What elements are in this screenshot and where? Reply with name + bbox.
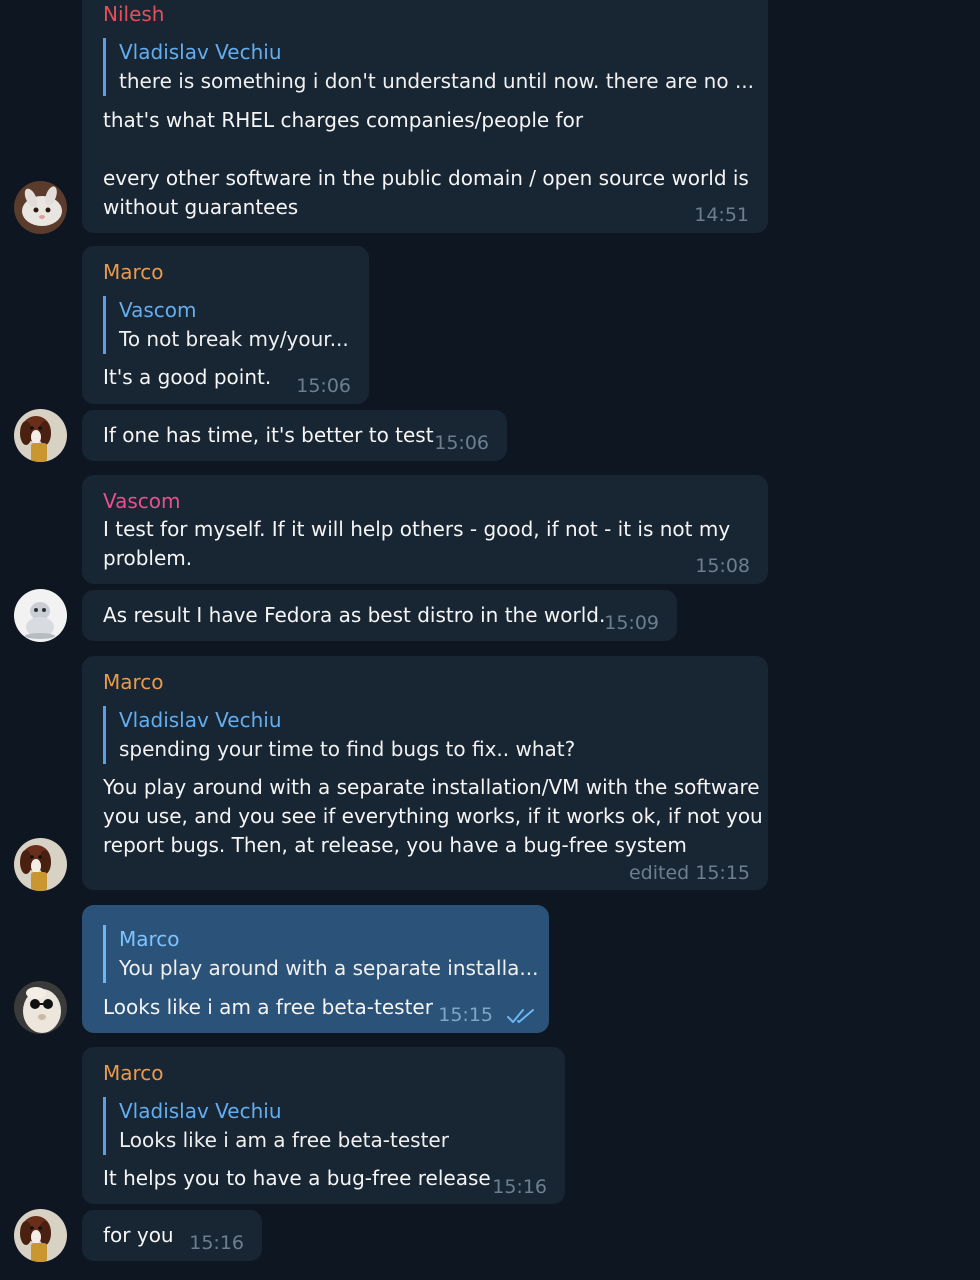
message-bubble[interactable]: Vascom I test for myself. If it will hel… — [82, 475, 768, 584]
message-text: I test for myself. If it will help other… — [103, 517, 731, 570]
reply-text: You play around with a separate installa… — [119, 956, 539, 980]
message-text: It helps you to have a bug-free release — [103, 1166, 491, 1190]
message-text: for you — [103, 1223, 174, 1247]
message-bubble[interactable]: If one has time, it's better to test 15:… — [82, 410, 507, 461]
message-text: You play around with a separate installa… — [103, 775, 763, 857]
message-time: 14:51 — [694, 204, 749, 226]
reply-author: Vascom — [119, 298, 197, 322]
sunglasses-avatar-icon[interactable] — [14, 981, 67, 1034]
message-time: edited 15:15 — [628, 862, 750, 884]
message-bubble[interactable]: Marco Vladislav Vechiu spending your tim… — [82, 656, 768, 890]
message-time: 15:06 — [296, 375, 351, 397]
message-bubble[interactable]: Nilesh Vladislav Vechiu there is somethi… — [82, 0, 768, 233]
message-time: 15:16 — [189, 1232, 244, 1254]
reply-quote[interactable]: Marco You play around with a separate in… — [103, 925, 538, 983]
reply-quote[interactable]: Vladislav Vechiu there is something i do… — [103, 38, 754, 96]
reply-author: Vladislav Vechiu — [119, 1099, 282, 1123]
reply-author: Vladislav Vechiu — [119, 40, 282, 64]
sender-name[interactable]: Marco — [103, 670, 164, 694]
double-check-icon — [507, 1009, 534, 1023]
sender-name[interactable]: Nilesh — [103, 2, 164, 26]
reply-text: there is something i don't understand un… — [119, 69, 755, 93]
reply-author: Vladislav Vechiu — [119, 708, 282, 732]
reply-quote[interactable]: Vladislav Vechiu Looks like i am a free … — [103, 1097, 449, 1155]
message-time: 15:09 — [604, 612, 659, 634]
dog-avatar-icon[interactable] — [14, 1209, 67, 1262]
reply-quote[interactable]: Vladislav Vechiu spending your time to f… — [103, 706, 575, 764]
message-text: Looks like i am a free beta-tester — [103, 995, 433, 1019]
message-bubble[interactable]: for you 15:16 — [82, 1210, 262, 1261]
message-bubble[interactable]: Marco Vladislav Vechiu Looks like i am a… — [82, 1047, 565, 1204]
reply-author: Marco — [119, 927, 180, 951]
reply-text: Looks like i am a free beta-tester — [119, 1128, 449, 1152]
reply-text: spending your time to find bugs to fix..… — [119, 737, 576, 761]
message-time: 15:16 — [492, 1176, 547, 1198]
reply-text: To not break my/your... — [119, 327, 349, 351]
message-text: that's what RHEL charges companies/peopl… — [103, 108, 749, 219]
message-text: As result I have Fedora as best distro i… — [103, 603, 606, 627]
message-text: It's a good point. — [103, 365, 272, 389]
sender-name[interactable]: Vascom — [103, 489, 181, 513]
dog-avatar-icon[interactable] — [14, 409, 67, 462]
robot-avatar-icon[interactable] — [14, 589, 67, 642]
message-time: 15:08 — [695, 555, 750, 577]
sender-name[interactable]: Marco — [103, 260, 164, 284]
reply-quote[interactable]: Vascom To not break my/your... — [103, 296, 349, 354]
message-time: 15:06 — [434, 432, 489, 454]
own-message-bubble[interactable]: Marco You play around with a separate in… — [82, 905, 549, 1033]
message-time: 15:15 — [438, 1004, 493, 1026]
message-text: If one has time, it's better to test — [103, 423, 434, 447]
rabbit-avatar-icon[interactable] — [14, 181, 67, 234]
message-bubble[interactable]: As result I have Fedora as best distro i… — [82, 590, 677, 641]
dog-avatar-icon[interactable] — [14, 838, 67, 891]
sender-name[interactable]: Marco — [103, 1061, 164, 1085]
message-bubble[interactable]: Marco Vascom To not break my/your... It'… — [82, 246, 369, 404]
